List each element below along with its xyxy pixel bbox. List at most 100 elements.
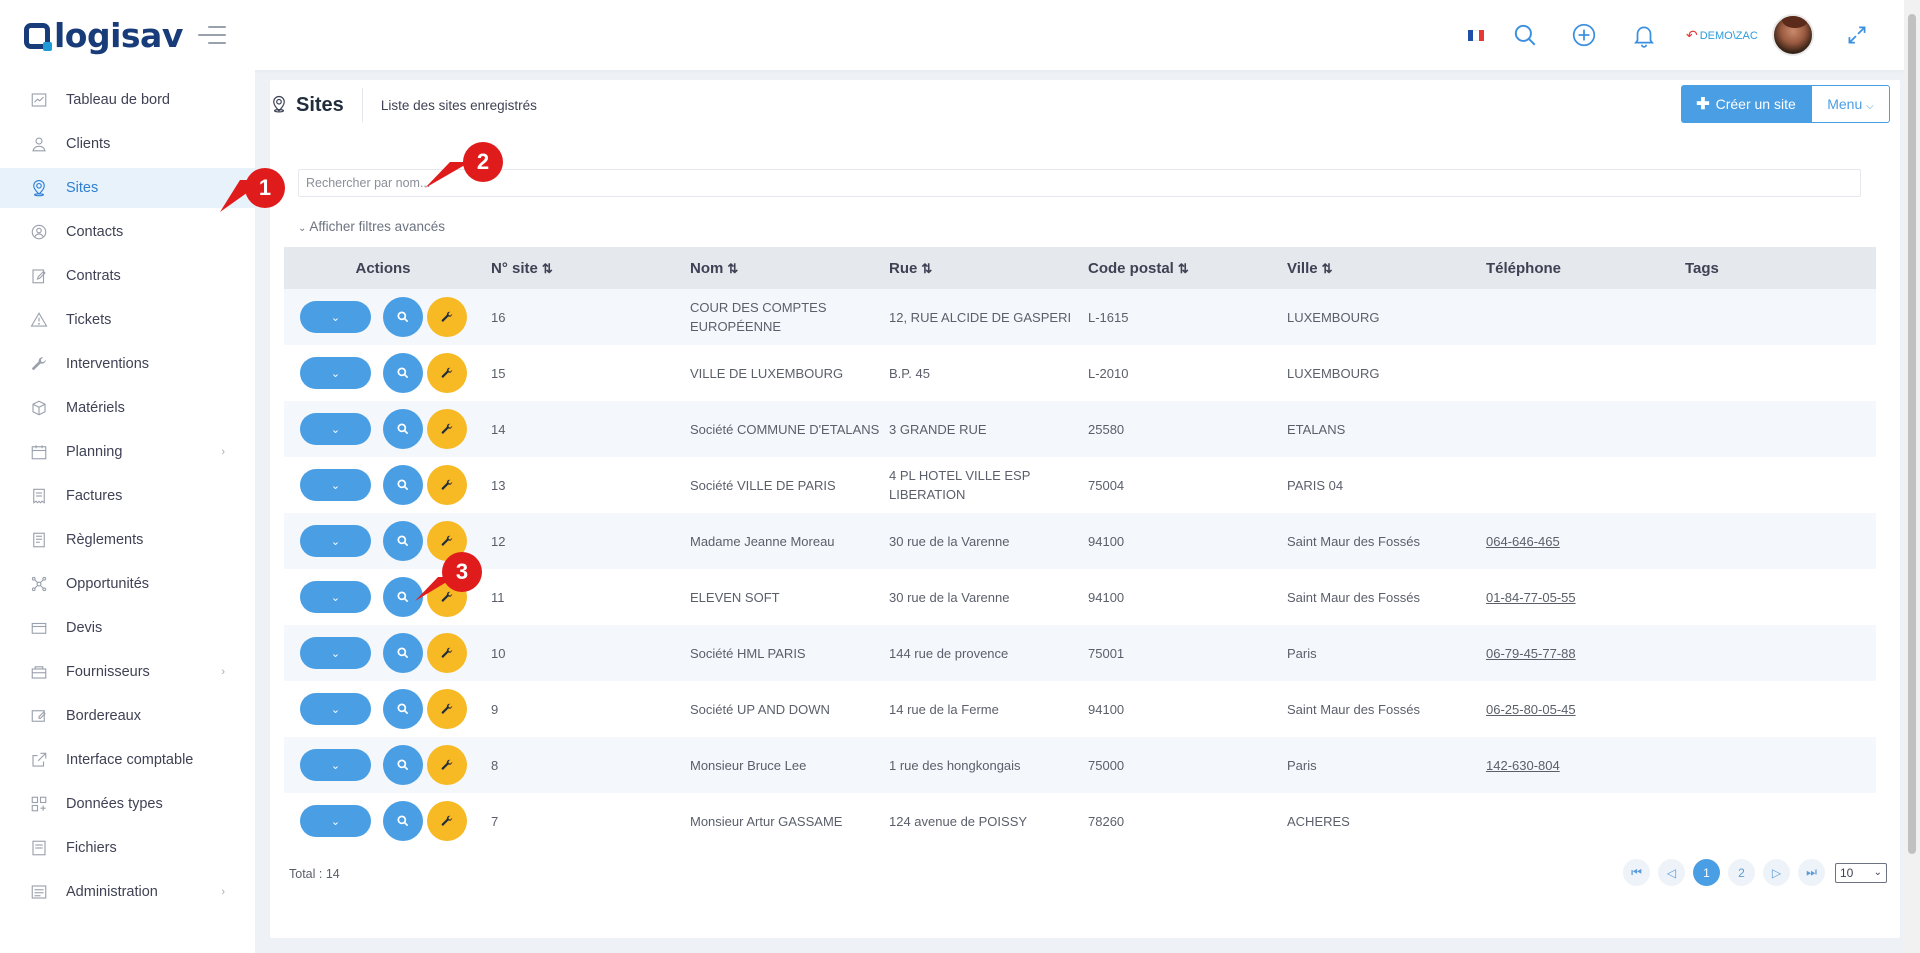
next-page-button[interactable]: ▷ bbox=[1763, 859, 1790, 886]
app-logo[interactable]: logisav bbox=[24, 16, 183, 55]
row-actions: ⌄ bbox=[284, 801, 482, 841]
phone-link[interactable]: 064-646-465 bbox=[1486, 534, 1560, 549]
search-icon[interactable] bbox=[1512, 22, 1538, 48]
view-site-button[interactable] bbox=[383, 689, 423, 729]
view-site-button[interactable] bbox=[383, 465, 423, 505]
bell-icon[interactable] bbox=[1631, 22, 1657, 48]
edit-site-button[interactable] bbox=[427, 633, 467, 673]
col-code-postal[interactable]: Code postal ⇅ bbox=[1079, 260, 1278, 277]
row-dropdown-button[interactable]: ⌄ bbox=[300, 637, 371, 669]
sidebar-item-factures[interactable]: Factures bbox=[0, 476, 255, 516]
add-circle-icon[interactable] bbox=[1571, 22, 1597, 48]
cell-code-postal: 94100 bbox=[1088, 589, 1125, 605]
sidebar-item-clients[interactable]: Clients bbox=[0, 124, 255, 164]
avatar[interactable] bbox=[1772, 14, 1814, 56]
view-site-button[interactable] bbox=[383, 409, 423, 449]
sort-icon[interactable]: ⇅ bbox=[1322, 261, 1333, 276]
create-site-button[interactable]: ✚ Créer un site bbox=[1681, 85, 1811, 123]
sort-icon[interactable]: ⇅ bbox=[542, 261, 553, 276]
sidebar-item-interface-comptable[interactable]: Interface comptable bbox=[0, 740, 255, 780]
sidebar-item-mat-riels[interactable]: Matériels bbox=[0, 388, 255, 428]
sidebar-item-tableau-de-bord[interactable]: Tableau de bord bbox=[0, 80, 255, 120]
row-actions: ⌄ bbox=[284, 745, 482, 785]
row-dropdown-button[interactable]: ⌄ bbox=[300, 357, 371, 389]
phone-link[interactable]: 142-630-804 bbox=[1486, 758, 1560, 773]
sidebar-item-tickets[interactable]: Tickets bbox=[0, 300, 255, 340]
row-dropdown-button[interactable]: ⌄ bbox=[300, 525, 371, 557]
menu-dropdown-button[interactable]: Menu ⌵ bbox=[1811, 85, 1890, 123]
sidebar-item-contrats[interactable]: Contrats bbox=[0, 256, 255, 296]
view-site-button[interactable] bbox=[383, 745, 423, 785]
view-site-button[interactable] bbox=[383, 353, 423, 393]
page-title: Sites bbox=[296, 93, 344, 116]
edit-site-button[interactable] bbox=[427, 465, 467, 505]
phone-link[interactable]: 06-25-80-05-45 bbox=[1486, 702, 1576, 717]
edit-site-button[interactable] bbox=[427, 745, 467, 785]
page-button-2[interactable]: 2 bbox=[1728, 859, 1755, 886]
sort-icon[interactable]: ⇅ bbox=[1178, 261, 1189, 276]
wrench-icon bbox=[440, 310, 454, 324]
cell-nom: Société COMMUNE D'ETALANS bbox=[690, 421, 880, 437]
french-flag-icon[interactable] bbox=[1468, 30, 1484, 41]
magnifier-icon bbox=[396, 310, 410, 324]
view-site-button[interactable] bbox=[383, 801, 423, 841]
sidebar-item-label: Contrats bbox=[66, 268, 121, 284]
col-rue[interactable]: Rue ⇅ bbox=[880, 260, 1079, 277]
magnifier-icon bbox=[396, 646, 410, 660]
slip-icon bbox=[30, 707, 48, 725]
top-bar: logisav ↶ DEMO\ZAC bbox=[0, 0, 1904, 70]
page-button-1[interactable]: 1 bbox=[1693, 859, 1720, 886]
page-size-select[interactable]: 10 ⌄ bbox=[1835, 862, 1887, 883]
first-page-button[interactable]: ⏮ bbox=[1623, 859, 1650, 886]
edit-site-button[interactable] bbox=[427, 353, 467, 393]
sidebar-item-contacts[interactable]: Contacts bbox=[0, 212, 255, 252]
view-site-button[interactable] bbox=[383, 297, 423, 337]
box-icon bbox=[30, 399, 48, 417]
view-site-button[interactable] bbox=[383, 521, 423, 561]
hamburger-menu-icon[interactable] bbox=[198, 26, 226, 44]
sort-icon[interactable]: ⇅ bbox=[727, 261, 738, 276]
scroll-thumb[interactable] bbox=[1908, 14, 1916, 854]
sidebar-item-planning[interactable]: Planning › bbox=[0, 432, 255, 472]
expand-icon[interactable] bbox=[1844, 22, 1870, 48]
sidebar-item-fichiers[interactable]: Fichiers bbox=[0, 828, 255, 868]
col-ville[interactable]: Ville ⇅ bbox=[1278, 260, 1477, 277]
sidebar-item-fournisseurs[interactable]: Fournisseurs › bbox=[0, 652, 255, 692]
phone-link[interactable]: 06-79-45-77-88 bbox=[1486, 646, 1576, 661]
view-site-button[interactable] bbox=[383, 633, 423, 673]
sidebar-item-administration[interactable]: Administration › bbox=[0, 872, 255, 912]
phone-link[interactable]: 01-84-77-05-55 bbox=[1486, 590, 1576, 605]
scrollbar[interactable] bbox=[1904, 0, 1920, 953]
cell-nom: Société UP AND DOWN bbox=[690, 701, 830, 717]
sidebar-item-r-glements[interactable]: Règlements bbox=[0, 520, 255, 560]
prev-page-button[interactable]: ◁ bbox=[1658, 859, 1685, 886]
search-input[interactable] bbox=[298, 169, 1861, 197]
edit-site-button[interactable] bbox=[427, 409, 467, 449]
sidebar-item-devis[interactable]: Devis bbox=[0, 608, 255, 648]
advanced-filters-toggle[interactable]: ⌄ Afficher filtres avancés bbox=[298, 219, 445, 234]
edit-site-button[interactable] bbox=[427, 689, 467, 729]
row-dropdown-button[interactable]: ⌄ bbox=[300, 301, 371, 333]
sort-icon[interactable]: ⇅ bbox=[921, 261, 932, 276]
magnifier-icon bbox=[396, 534, 410, 548]
table-row: ⌄ 10 Société HML PARIS 144 rue de provence 7… bbox=[284, 625, 1876, 681]
user-switch-label[interactable]: ↶ DEMO\ZAC bbox=[1686, 27, 1758, 44]
cell-nom: Monsieur Artur GASSAME bbox=[690, 813, 843, 829]
sidebar-item-opportunit-s[interactable]: Opportunités bbox=[0, 564, 255, 604]
last-page-button[interactable]: ⏭ bbox=[1798, 859, 1825, 886]
folder-icon bbox=[30, 839, 48, 857]
edit-site-button[interactable] bbox=[427, 297, 467, 337]
row-dropdown-button[interactable]: ⌄ bbox=[300, 469, 371, 501]
row-dropdown-button[interactable]: ⌄ bbox=[300, 413, 371, 445]
sidebar-item-bordereaux[interactable]: Bordereaux bbox=[0, 696, 255, 736]
row-dropdown-button[interactable]: ⌄ bbox=[300, 749, 371, 781]
row-dropdown-button[interactable]: ⌄ bbox=[300, 693, 371, 725]
sidebar-item-donn-es-types[interactable]: Données types bbox=[0, 784, 255, 824]
col-num[interactable]: N° site ⇅ bbox=[482, 260, 681, 277]
row-dropdown-button[interactable]: ⌄ bbox=[300, 581, 371, 613]
edit-site-button[interactable] bbox=[427, 801, 467, 841]
sidebar-item-interventions[interactable]: Interventions bbox=[0, 344, 255, 384]
page-subtitle: Liste des sites enregistrés bbox=[380, 97, 537, 113]
row-dropdown-button[interactable]: ⌄ bbox=[300, 805, 371, 837]
col-nom[interactable]: Nom ⇅ bbox=[681, 260, 880, 277]
